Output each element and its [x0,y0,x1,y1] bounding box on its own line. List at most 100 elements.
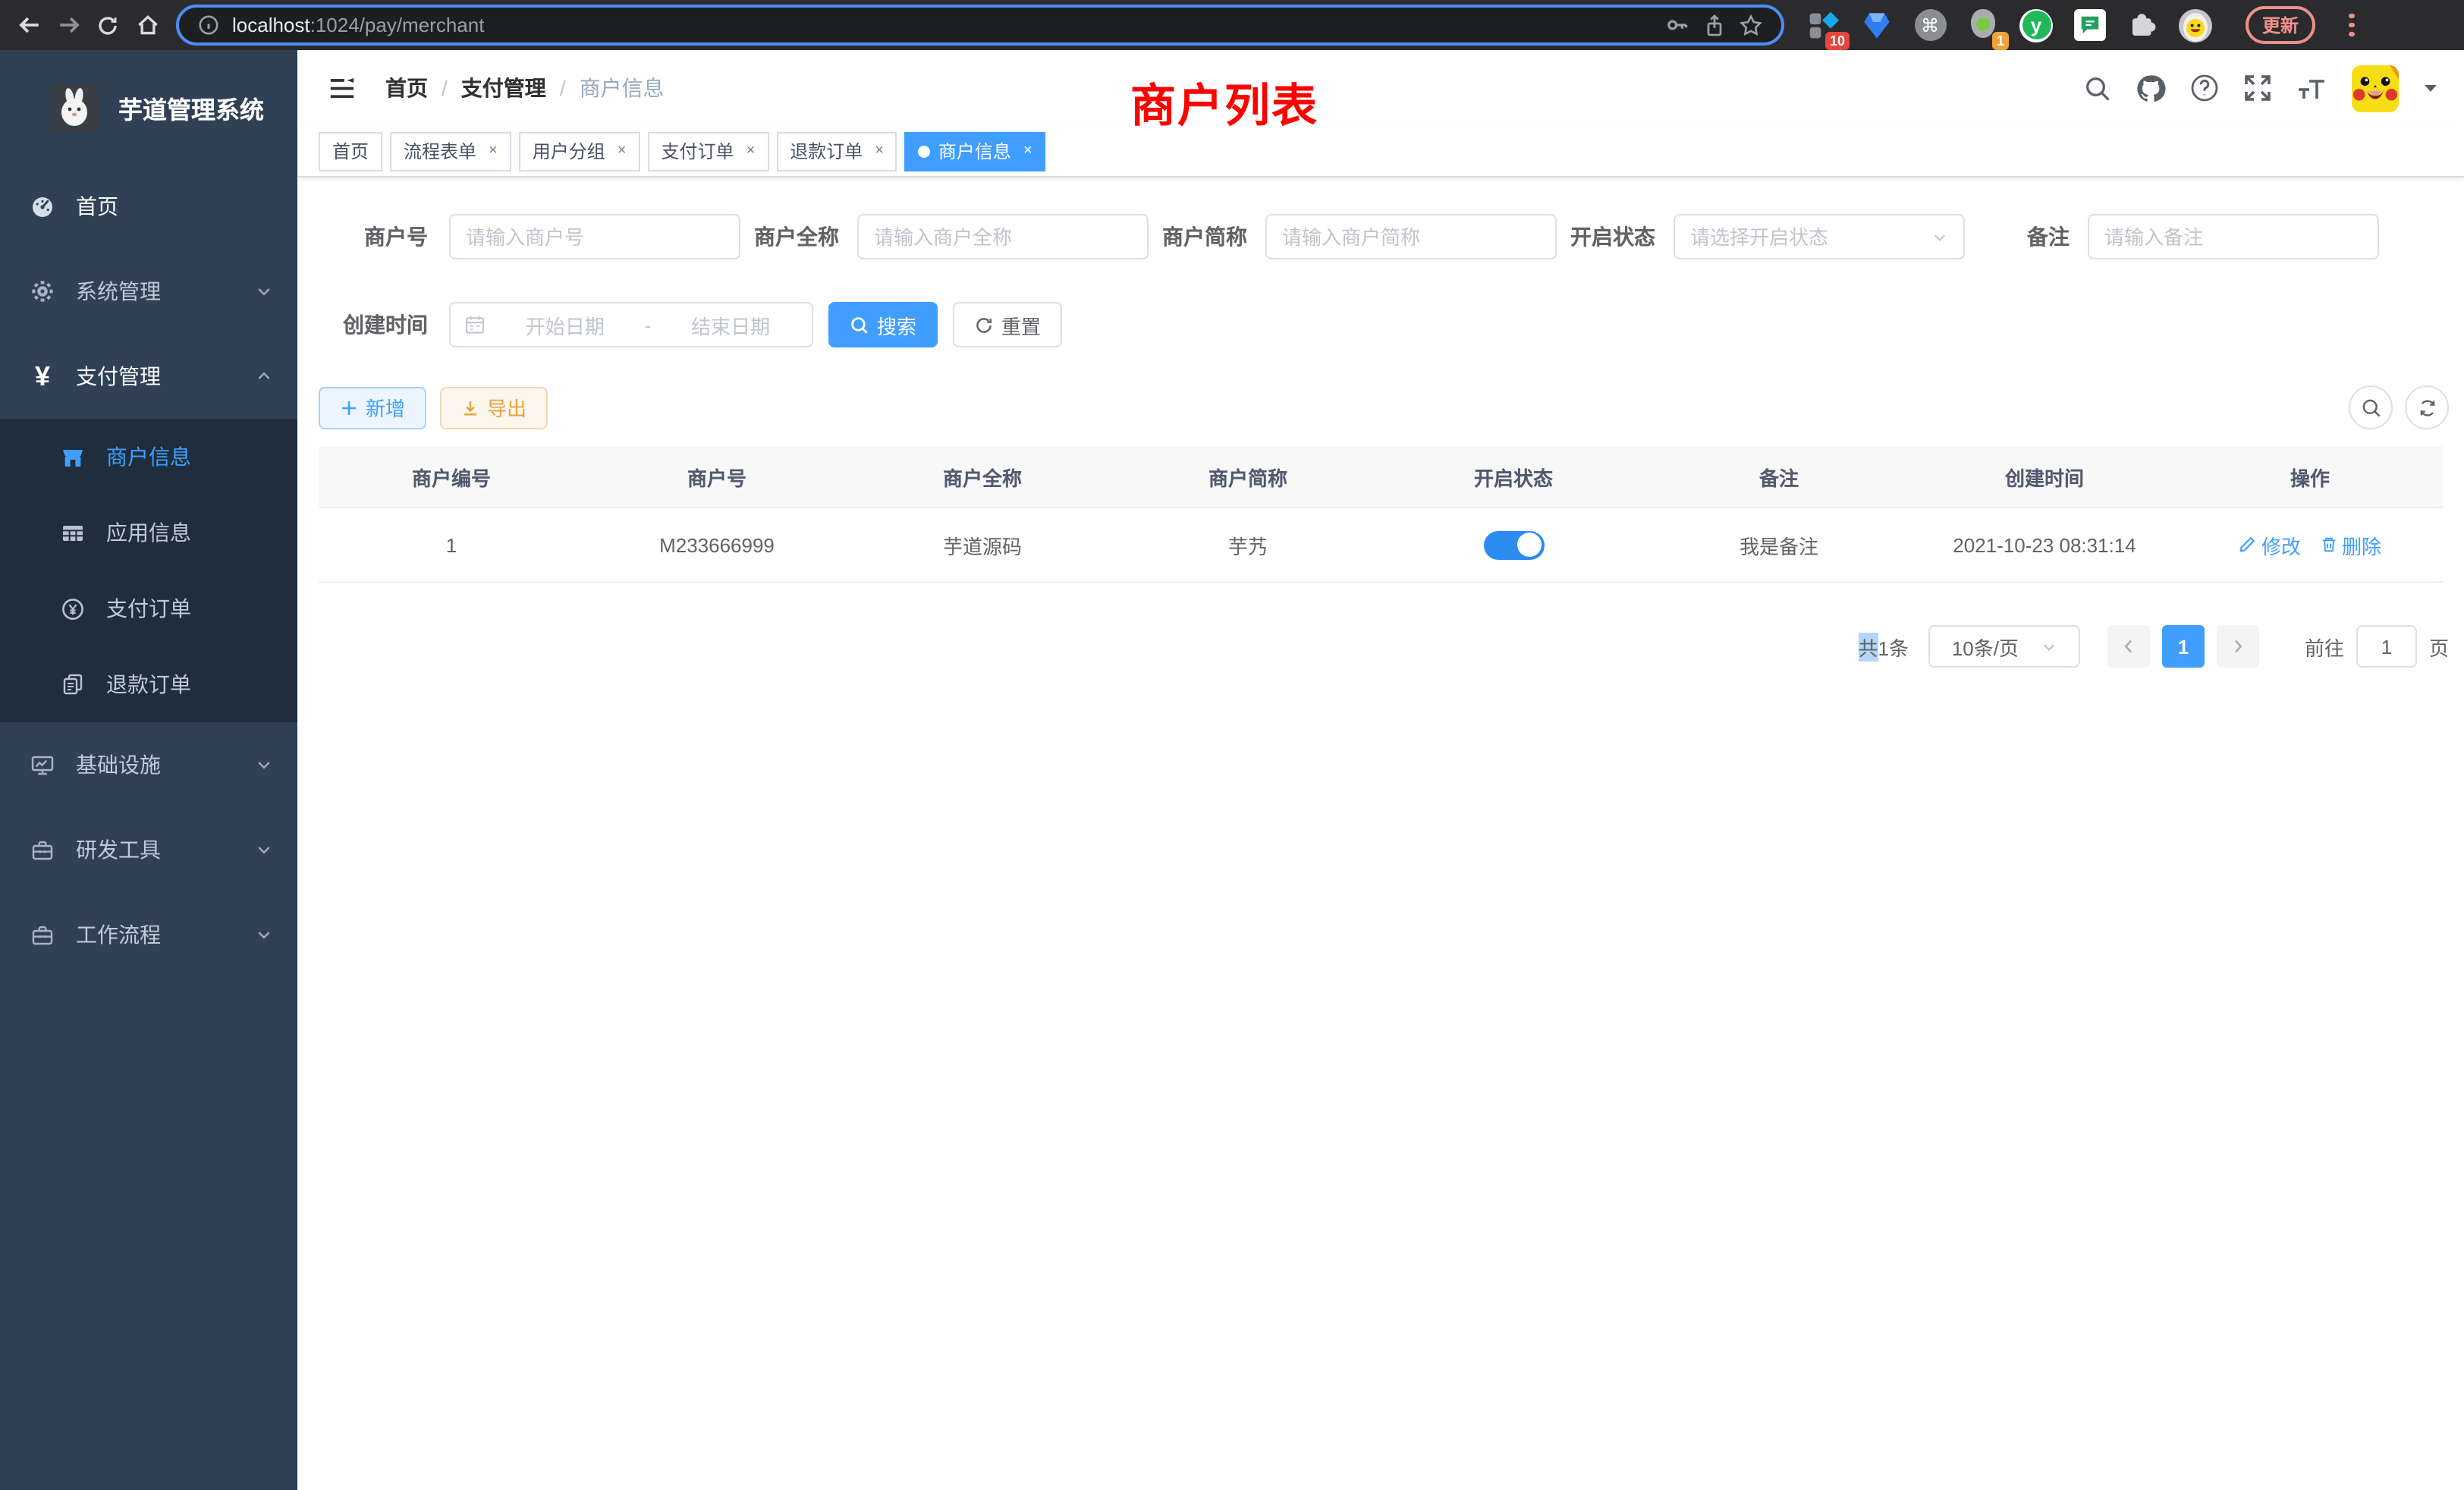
goto-page-input[interactable] [2356,625,2417,668]
header-search-icon[interactable] [2083,74,2112,102]
url-bar[interactable]: localhost:1024/pay/merchant [176,5,1784,46]
tab-user-group[interactable]: 用户分组 × [519,131,640,171]
toggle-search-button[interactable] [2349,385,2393,429]
tab-home[interactable]: 首页 [319,131,382,171]
tab-refund-order[interactable]: 退款订单 × [776,131,897,171]
app-logo[interactable]: 芋道管理系统 [0,50,297,164]
sidebar-item-workflow[interactable]: 工作流程 [0,892,297,977]
help-icon[interactable] [2189,73,2220,103]
full-name-input[interactable] [857,214,1149,259]
fullscreen-icon[interactable] [2242,73,2273,103]
page-size-select[interactable]: 10条/页 [1928,625,2080,668]
sidebar-item-infrastructure[interactable]: 基础设施 [0,722,297,807]
yen-icon: ¥ [30,363,55,390]
extensions-strip: 10 ⌘ 1 y [1806,6,2357,44]
browser-profile-avatar[interactable] [2177,7,2214,43]
tab-close-icon[interactable]: × [1023,143,1032,159]
cell-remark: 我是备注 [1646,530,1912,559]
user-avatar-pikachu[interactable] [2352,64,2399,112]
add-button[interactable]: 新增 [319,386,426,429]
edit-link[interactable]: 修改 [2239,530,2301,559]
extension-blob-icon[interactable]: 1 [1965,7,2001,43]
extension-chat-icon[interactable] [2071,7,2107,43]
extensions-puzzle-icon[interactable] [2124,7,2161,43]
bookmark-star-icon[interactable] [1739,13,1763,37]
sidebar-item-label: 研发工具 [76,835,161,865]
extension-y-icon[interactable]: y [2018,7,2054,43]
reset-button[interactable]: 重置 [953,302,1062,347]
tab-close-icon[interactable]: × [489,143,498,159]
password-key-icon[interactable] [1664,12,1690,38]
cell-merchant-no: M233666999 [584,533,850,556]
col-header-merchant-id[interactable]: 商户编号 [319,462,584,491]
back-arrow-icon [16,12,42,38]
share-icon[interactable] [1702,13,1727,37]
tab-process-form[interactable]: 流程表单 × [390,131,511,171]
chevron-down-icon [255,926,273,944]
sidebar-item-label: 商户信息 [106,442,191,472]
status-toggle-on[interactable] [1483,530,1544,559]
merchant-list-page: 商户号 商户全称 商户简称 [297,178,2464,1490]
remark-label: 备注 [2027,222,2070,252]
date-range-picker[interactable]: 开始日期 - 结束日期 [449,302,813,347]
tab-pay-order[interactable]: 支付订单 × [647,131,768,171]
status-select[interactable] [1674,214,1965,259]
delete-link[interactable]: 删除 [2319,530,2381,559]
browser-update-button[interactable]: 更新 [2246,6,2315,44]
refresh-table-button[interactable] [2405,385,2449,429]
refresh-icon [974,315,994,335]
browser-forward-button[interactable] [49,5,88,45]
sidebar-item-home[interactable]: 首页 [0,164,297,249]
remark-input[interactable] [2088,214,2379,259]
search-button[interactable]: 搜索 [828,302,938,347]
sidebar-item-payment[interactable]: ¥ 支付管理 [0,334,297,419]
chevron-down-icon [255,282,273,300]
breadcrumb-payment[interactable]: 支付管理 [461,73,546,103]
export-button[interactable]: 导出 [440,386,548,429]
page-header: 首页 / 支付管理 / 商户信息 [297,50,2464,126]
extension-command-icon[interactable]: ⌘ [1912,7,1948,43]
monitor-chart-icon [30,752,55,778]
avatar-caret-down-icon[interactable] [2422,79,2440,97]
browser-back-button[interactable] [9,5,49,45]
font-size-icon[interactable] [2296,73,2329,103]
tab-close-icon[interactable]: × [875,143,884,159]
browser-menu-icon[interactable] [2346,11,2357,40]
page-number-1[interactable]: 1 [2162,625,2205,668]
sidebar-collapse-icon[interactable] [322,68,363,108]
goto-label: 前往 [2305,632,2344,661]
site-info-icon[interactable] [197,14,220,36]
sidebar-item-refund-orders[interactable]: 退款订单 [0,646,297,722]
next-page-button[interactable] [2217,625,2259,668]
extension-gem-icon[interactable] [1859,7,1895,43]
col-header-short-name[interactable]: 商户简称 [1115,462,1381,491]
browser-home-button[interactable] [127,5,167,45]
tab-close-icon[interactable]: × [746,143,756,159]
pagination: 共 1条 10条/页 1 [319,625,2449,668]
browser-reload-button[interactable] [88,5,127,45]
tab-close-icon[interactable]: × [618,143,627,159]
sidebar-item-label: 工作流程 [76,919,161,950]
breadcrumb-home[interactable]: 首页 [385,73,428,103]
merchant-no-input[interactable] [449,214,740,259]
add-button-label: 新增 [366,393,405,422]
sidebar-item-system[interactable]: 系统管理 [0,249,297,334]
col-header-status[interactable]: 开启状态 [1381,462,1646,491]
col-header-create-time[interactable]: 创建时间 [1912,462,2177,491]
breadcrumb-current: 商户信息 [580,73,665,103]
col-header-remark[interactable]: 备注 [1646,462,1912,491]
tab-merchant-info-active[interactable]: 商户信息 × [905,131,1046,171]
reload-icon [96,13,120,37]
sidebar-item-merchant-info[interactable]: 商户信息 [0,419,297,495]
extension-grid-icon[interactable]: 10 [1806,7,1842,43]
chevron-down-icon [255,841,273,859]
short-name-input[interactable] [1265,214,1557,259]
sidebar-item-pay-orders[interactable]: 支付订单 [0,571,297,646]
github-icon[interactable] [2135,72,2167,104]
sidebar-item-app-info[interactable]: 应用信息 [0,495,297,571]
sidebar-item-dev-tools[interactable]: 研发工具 [0,807,297,892]
col-header-full-name[interactable]: 商户全称 [850,462,1115,491]
col-header-merchant-no[interactable]: 商户号 [584,462,850,491]
page-unit-label: 页 [2429,632,2449,661]
prev-page-button[interactable] [2107,625,2150,668]
